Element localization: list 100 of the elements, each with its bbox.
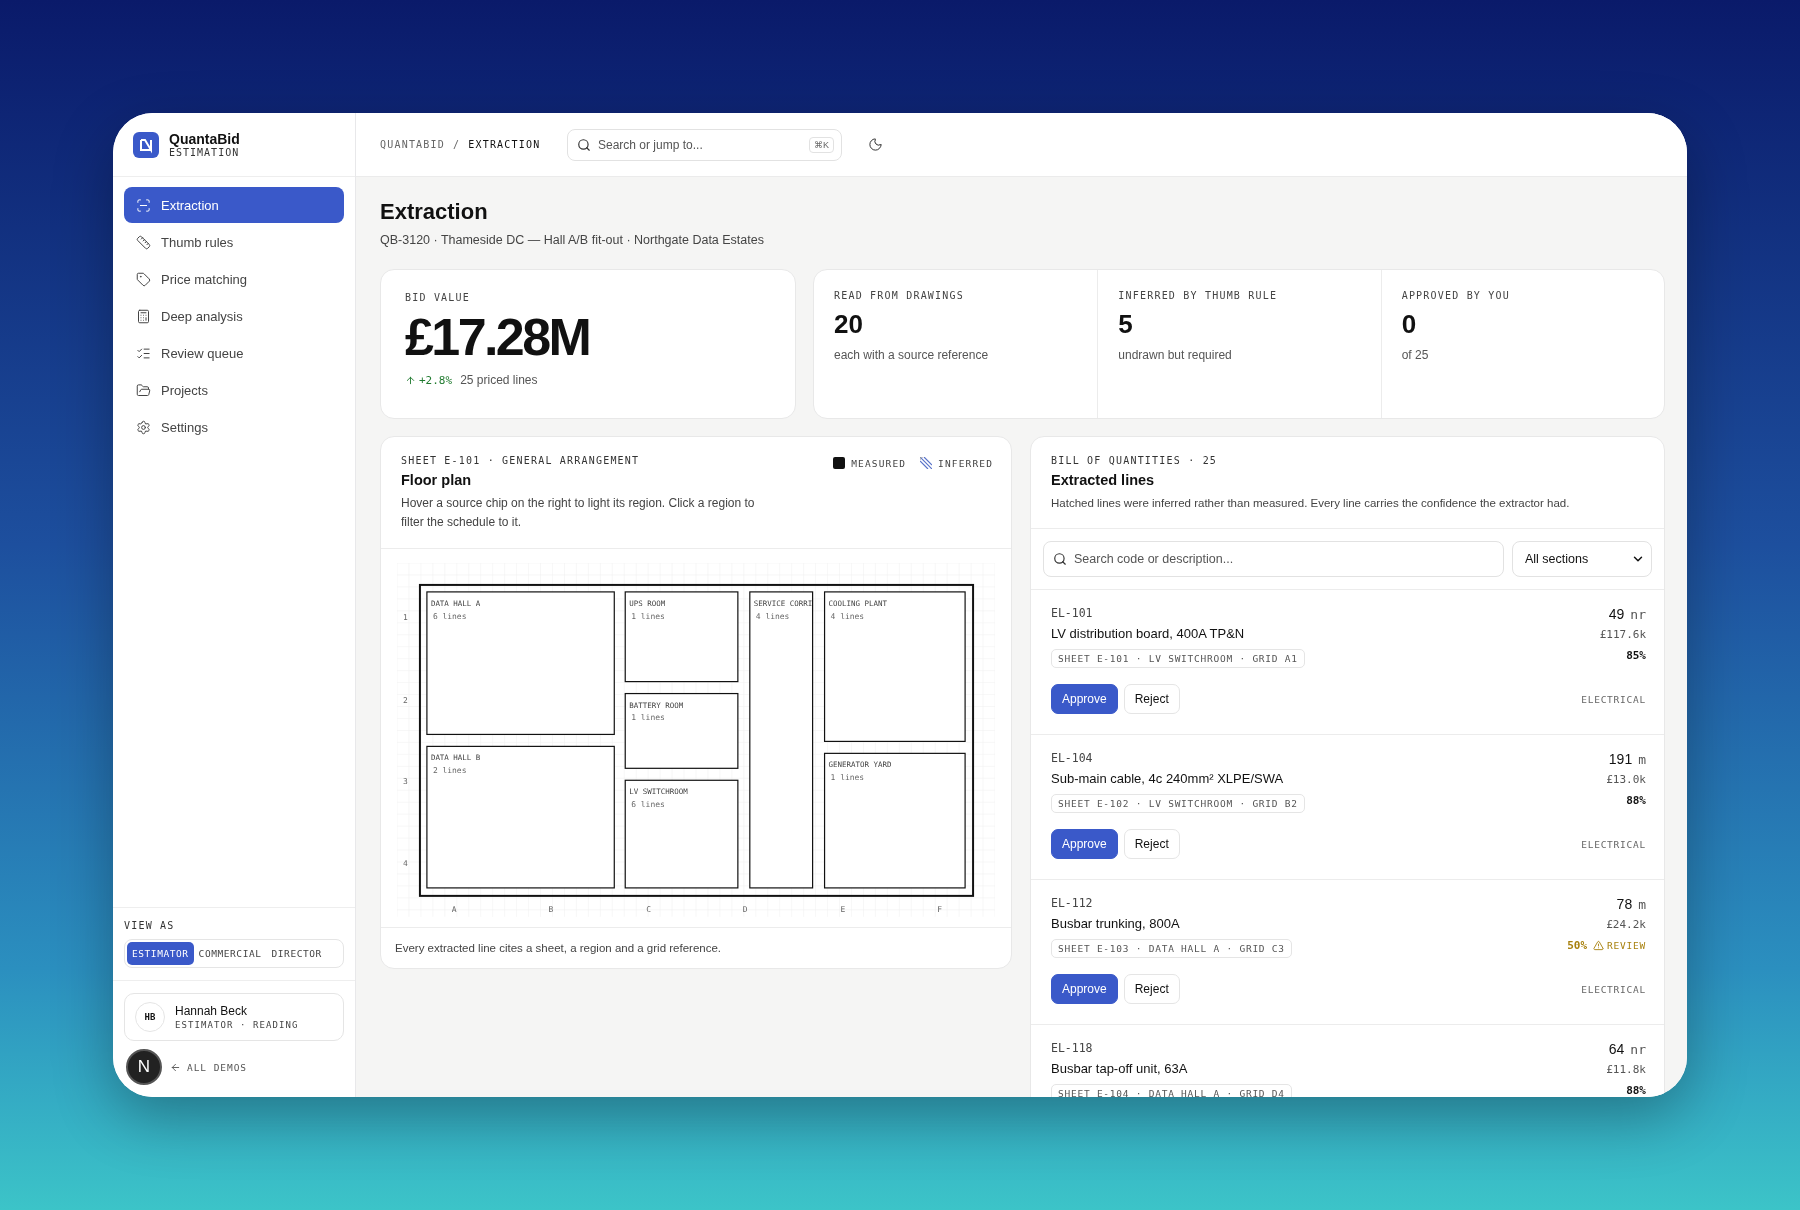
view-option[interactable]: COMMERCIAL bbox=[193, 942, 267, 965]
line-count: 6 lines bbox=[631, 800, 665, 810]
grid-column-label: C bbox=[646, 905, 651, 915]
panel-eyebrow: BILL OF QUANTITIES · 25 bbox=[1051, 455, 1218, 466]
approve-button[interactable]: Approve bbox=[1051, 974, 1118, 1005]
room-region[interactable] bbox=[426, 591, 615, 736]
settings-icon bbox=[136, 419, 151, 435]
unit: nr bbox=[1630, 607, 1646, 623]
line-count: 1 lines bbox=[631, 612, 665, 622]
approve-button[interactable]: Approve bbox=[1051, 684, 1118, 715]
search-icon bbox=[1053, 552, 1067, 567]
reject-button[interactable]: Reject bbox=[1123, 829, 1180, 860]
dev-badge[interactable]: N bbox=[126, 1049, 162, 1085]
room-region[interactable] bbox=[624, 591, 739, 683]
logo-icon bbox=[133, 131, 159, 158]
section-label: ELECTRICAL bbox=[1581, 983, 1646, 995]
reject-button[interactable]: Reject bbox=[1123, 684, 1180, 715]
nav-item[interactable]: Extraction bbox=[124, 187, 344, 223]
room-region[interactable] bbox=[624, 693, 739, 770]
nav-item[interactable]: Review queue bbox=[124, 335, 344, 371]
line-price: £117.6k bbox=[1599, 628, 1646, 642]
user-name: Hannah Beck bbox=[175, 1004, 249, 1018]
moon-icon bbox=[868, 137, 883, 152]
stat-label: APPROVED BY YOU bbox=[1401, 290, 1511, 301]
grid-row-label: 3 bbox=[403, 777, 408, 787]
line-code: EL-112 bbox=[1051, 896, 1093, 911]
grid-row-label: 1 bbox=[403, 613, 408, 623]
source-chip[interactable]: SHEET E-101 · LV SWITCHROOM · GRID A1 bbox=[1051, 649, 1305, 669]
calculator-icon bbox=[136, 308, 151, 324]
line-code: EL-118 bbox=[1051, 1041, 1093, 1056]
view-option[interactable]: DIRECTOR bbox=[266, 942, 327, 965]
back-link[interactable]: ALL DEMOS bbox=[170, 1061, 248, 1073]
line-price: £24.2k bbox=[1606, 918, 1646, 932]
line-price: £11.8k bbox=[1606, 1063, 1646, 1077]
review-label: REVIEW bbox=[1607, 940, 1646, 952]
line-description: Sub-main cable, 4c 240mm² XLPE/SWA bbox=[1051, 771, 1284, 787]
source-chip[interactable]: SHEET E-104 · DATA HALL A · GRID D4 bbox=[1051, 1084, 1292, 1097]
line-description: LV distribution board, 400A TP&N bbox=[1051, 626, 1245, 642]
confidence: 50% bbox=[1567, 939, 1588, 953]
source-chip[interactable]: SHEET E-103 · DATA HALL A · GRID C3 bbox=[1051, 939, 1292, 959]
quantity: 64 bbox=[1608, 1041, 1625, 1058]
stat-label: INFERRED BY THUMB RULE bbox=[1118, 290, 1279, 301]
search-field[interactable]: Search code or description... bbox=[1043, 541, 1504, 578]
line-price: £13.0k bbox=[1606, 773, 1646, 787]
page-subtitle: QB-3120 · Thameside DC — Hall A/B fit-out · Northgate Data Estates bbox=[380, 233, 765, 247]
source-chip[interactable]: SHEET E-102 · LV SWITCHROOM · GRID B2 bbox=[1051, 794, 1305, 814]
stat-value: 5 bbox=[1118, 309, 1134, 340]
stat-value: 0 bbox=[1401, 309, 1418, 340]
room-region[interactable] bbox=[823, 591, 966, 743]
approve-button[interactable]: Approve bbox=[1051, 829, 1118, 860]
nav-item[interactable]: Settings bbox=[124, 409, 344, 445]
room-region[interactable] bbox=[426, 746, 615, 889]
line-description: Busbar trunking, 800A bbox=[1051, 916, 1180, 932]
line-description: Busbar tap-off unit, 63A bbox=[1051, 1061, 1188, 1077]
view-as-label: VIEW AS bbox=[124, 920, 176, 931]
unit: m bbox=[1638, 897, 1646, 913]
view-option[interactable]: ESTIMATOR bbox=[127, 942, 194, 965]
room-region[interactable] bbox=[624, 780, 739, 889]
room-region[interactable] bbox=[823, 753, 966, 889]
grid-column-label: B bbox=[548, 905, 554, 915]
stat-note: of 25 bbox=[1401, 348, 1430, 362]
nav-item[interactable]: Deep analysis bbox=[124, 298, 344, 334]
confidence: 88% bbox=[1626, 1084, 1646, 1097]
reject-button[interactable]: Reject bbox=[1123, 974, 1180, 1005]
breadcrumb-separator: / bbox=[453, 139, 461, 150]
breadcrumb-item: EXTRACTION bbox=[468, 139, 541, 150]
unit: m bbox=[1638, 752, 1646, 768]
user-card[interactable]: HB Hannah Beck ESTIMATOR · READING bbox=[124, 993, 344, 1041]
nav-item[interactable]: Price matching bbox=[124, 261, 344, 297]
arrow-left-icon bbox=[170, 1061, 181, 1073]
ruler-icon bbox=[136, 234, 151, 250]
line-code: EL-104 bbox=[1051, 751, 1093, 766]
page-title: Extraction bbox=[380, 199, 489, 225]
warning-icon bbox=[1593, 940, 1605, 952]
stat-value: 20 bbox=[834, 309, 864, 340]
line-count: 6 lines bbox=[432, 612, 467, 622]
brand-subtitle: ESTIMATION bbox=[169, 147, 240, 158]
stat-note: undrawn but required bbox=[1118, 348, 1233, 362]
quantity: 78 bbox=[1616, 896, 1633, 913]
nav-item[interactable]: Thumb rules bbox=[124, 224, 344, 260]
legend-label: MEASURED bbox=[851, 457, 907, 469]
stat-note: 25 priced lines bbox=[460, 373, 538, 387]
line-count: 4 lines bbox=[755, 612, 790, 622]
folder-icon bbox=[136, 382, 151, 398]
arrow-up-icon bbox=[405, 374, 416, 386]
panel-title: Extracted lines bbox=[1051, 472, 1155, 488]
legend-label: INFERRED bbox=[938, 457, 993, 469]
shortcut-hint: ⌘K bbox=[809, 136, 834, 153]
delta-value: +2.8% bbox=[419, 373, 453, 387]
stat-label: READ FROM DRAWINGS bbox=[834, 290, 965, 301]
nav-item[interactable]: Projects bbox=[124, 372, 344, 408]
grid-column-label: E bbox=[840, 905, 846, 915]
search-icon bbox=[577, 137, 591, 152]
confidence: 88% bbox=[1626, 794, 1646, 808]
checklist-icon bbox=[136, 345, 151, 361]
user-role: ESTIMATOR · READING bbox=[175, 1020, 299, 1030]
section-dropdown[interactable]: All sections bbox=[1512, 541, 1652, 578]
quantity: 191 bbox=[1608, 751, 1633, 768]
room-region[interactable] bbox=[749, 591, 814, 889]
breadcrumb-item[interactable]: QUANTABID bbox=[380, 139, 445, 150]
